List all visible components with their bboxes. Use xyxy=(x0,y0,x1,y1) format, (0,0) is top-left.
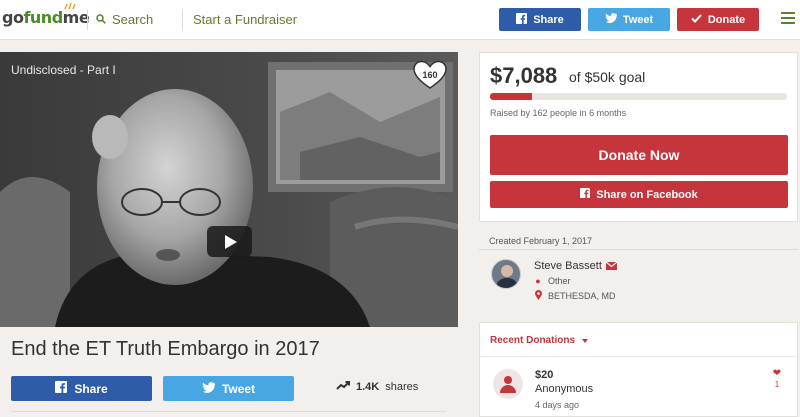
organizer-location: BETHESDA, MD xyxy=(534,290,616,302)
logo-me: me xyxy=(62,8,90,27)
heart-icon[interactable]: ❤ xyxy=(772,368,782,379)
raised-by-text: Raised by 162 people in 6 months xyxy=(490,108,627,118)
recent-donations-panel: Recent Donations $20 Anonymous 4 days ag… xyxy=(479,322,798,417)
funding-card: $7,088 of $50k goal Raised by 162 people… xyxy=(479,52,798,222)
shares-counter: 1.4K shares xyxy=(336,381,418,393)
start-fundraiser-link[interactable]: Start a Fundraiser xyxy=(193,12,297,27)
menu-icon[interactable] xyxy=(781,12,795,24)
donation-amount: $20 xyxy=(535,369,554,381)
caret-down-icon xyxy=(582,338,589,343)
created-date: Created February 1, 2017 xyxy=(489,236,593,246)
donor-avatar-icon xyxy=(493,369,523,399)
shares-suffix: shares xyxy=(385,381,419,393)
share-on-facebook-button[interactable]: Share on Facebook xyxy=(490,181,788,208)
search-icon xyxy=(96,12,106,27)
goal-text: of $50k goal xyxy=(569,69,646,85)
divider xyxy=(11,411,446,412)
amount-raised: $7,088 xyxy=(490,63,558,88)
header-tweet-label: Tweet xyxy=(622,13,654,26)
logo-fund: fund xyxy=(23,8,63,27)
campaign-title: End the ET Truth Embargo in 2017 xyxy=(11,338,320,360)
tweet-button[interactable]: Tweet xyxy=(163,376,294,401)
progress-bar xyxy=(490,93,787,100)
search-label: Search xyxy=(112,12,154,27)
facebook-icon xyxy=(516,12,528,27)
tweet-label: Tweet xyxy=(221,381,256,396)
organizer-category: ● Other xyxy=(534,276,571,286)
facebook-icon xyxy=(580,188,591,201)
divider xyxy=(480,356,797,357)
logo-leaf-icon xyxy=(64,3,76,10)
twitter-icon xyxy=(202,381,216,396)
checkmark-icon xyxy=(691,13,702,26)
logo-go: go xyxy=(2,8,24,27)
organizer-name: Steve Bassett xyxy=(534,260,602,272)
envelope-icon[interactable] xyxy=(605,262,617,270)
location-pin-icon xyxy=(534,290,542,302)
donation-time: 4 days ago xyxy=(535,400,580,410)
nav-divider xyxy=(182,10,183,30)
progress-fill xyxy=(490,93,533,100)
video-title: Undisclosed - Part I xyxy=(11,63,116,77)
nav-divider xyxy=(87,10,88,30)
header-donate-button[interactable]: Donate xyxy=(677,8,759,31)
heart-count: 160 xyxy=(422,70,438,80)
category-label: Other xyxy=(548,276,571,286)
share-label: Share xyxy=(74,381,108,396)
shares-count: 1.4K xyxy=(356,381,380,393)
facebook-icon xyxy=(55,381,68,396)
organizer-name-row[interactable]: Steve Bassett xyxy=(534,260,617,272)
video-frame xyxy=(0,52,458,327)
gofundme-logo[interactable]: gofundme xyxy=(2,8,90,27)
tag-icon: ● xyxy=(535,276,541,286)
header-tweet-button[interactable]: Tweet xyxy=(588,8,670,31)
divider xyxy=(479,249,798,250)
recent-donations-toggle[interactable]: Recent Donations xyxy=(490,335,589,346)
facebook-share-button[interactable]: Share xyxy=(11,376,152,401)
donation-heart-count: 1 xyxy=(774,380,780,389)
trending-up-icon xyxy=(336,381,350,393)
donor-name: Anonymous xyxy=(535,383,594,395)
twitter-icon xyxy=(605,13,618,26)
header-share-label: Share xyxy=(533,13,564,26)
donate-now-button[interactable]: Donate Now xyxy=(490,135,788,175)
search-link[interactable]: Search xyxy=(96,12,153,27)
share-facebook-label: Share on Facebook xyxy=(596,188,698,201)
location-label: BETHESDA, MD xyxy=(548,291,616,301)
top-nav: gofundme Search Start a Fundraiser Share… xyxy=(0,0,800,40)
campaign-video[interactable]: Undisclosed - Part I 160 xyxy=(0,52,458,327)
header-donate-label: Donate xyxy=(707,13,746,26)
recent-donations-heading: Recent Donations xyxy=(490,335,576,346)
header-facebook-share-button[interactable]: Share xyxy=(499,8,581,31)
organizer-avatar[interactable] xyxy=(491,259,521,289)
play-button[interactable] xyxy=(207,226,252,257)
